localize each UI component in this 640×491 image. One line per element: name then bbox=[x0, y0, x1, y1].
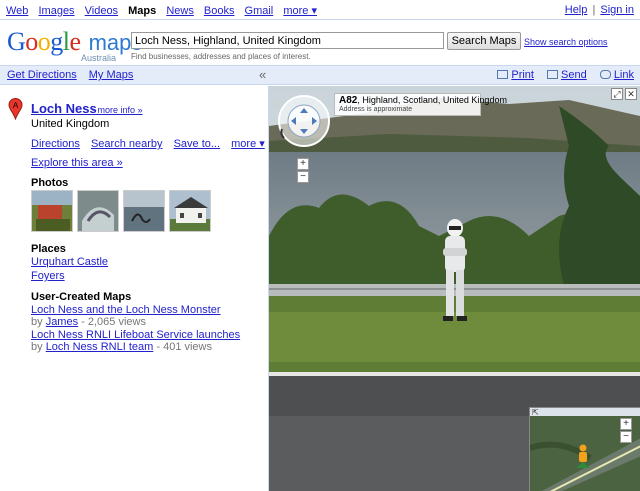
logo-letter-2: o bbox=[25, 27, 38, 56]
nav-images[interactable]: Images bbox=[38, 5, 74, 17]
search-input[interactable] bbox=[131, 32, 444, 49]
photo-thumbnail[interactable] bbox=[123, 190, 165, 232]
nav-news[interactable]: News bbox=[166, 5, 194, 17]
map-author-link[interactable]: Loch Ness RNLI team bbox=[46, 341, 154, 353]
collapse-panel-icon[interactable]: « bbox=[259, 67, 266, 82]
logo-letter-1: G bbox=[7, 27, 26, 56]
explore-area-link[interactable]: Explore this area » bbox=[31, 157, 123, 169]
close-icon[interactable]: ✕ bbox=[625, 88, 637, 100]
logo-letter-3: o bbox=[37, 27, 51, 56]
road-location: , Highland, Scotland, United Kingdom bbox=[357, 95, 507, 105]
logo-letter-4: g bbox=[50, 27, 63, 56]
envelope-icon bbox=[547, 70, 559, 79]
logo-letter-5: l bbox=[62, 27, 70, 56]
nav-videos[interactable]: Videos bbox=[85, 5, 118, 17]
place-country: United Kingdom bbox=[31, 118, 110, 130]
search-maps-button[interactable]: Search Maps bbox=[447, 32, 521, 50]
get-directions-link[interactable]: Get Directions bbox=[7, 69, 77, 81]
map-marker-icon[interactable]: A bbox=[8, 98, 23, 120]
nav-gmail[interactable]: Gmail bbox=[245, 5, 274, 17]
photo-thumbnail[interactable] bbox=[77, 190, 119, 232]
by-label: by bbox=[31, 316, 43, 328]
photo-monster-sculpture-image bbox=[78, 191, 118, 231]
my-maps-link[interactable]: My Maps bbox=[89, 69, 134, 81]
link-link[interactable]: Link bbox=[614, 69, 634, 81]
expand-icon[interactable]: ⤢ bbox=[611, 88, 623, 100]
street-view-address-box: A82, Highland, Scotland, United Kingdom … bbox=[334, 93, 507, 116]
zoom-in-button[interactable]: + bbox=[297, 158, 309, 170]
marker-letter: A bbox=[13, 101, 19, 110]
printer-icon bbox=[497, 70, 509, 79]
photos-heading: Photos bbox=[31, 177, 69, 189]
logo-region: Australia bbox=[81, 53, 117, 63]
nav-books[interactable]: Books bbox=[204, 5, 235, 17]
place-actions: Directions Search nearby Save to... more… bbox=[31, 137, 273, 150]
place-link-urquhart-castle[interactable]: Urquhart Castle bbox=[31, 256, 108, 268]
pegman-icon[interactable] bbox=[574, 444, 592, 470]
link-action[interactable]: Link bbox=[599, 69, 634, 81]
sign-in-link[interactable]: Sign in bbox=[600, 4, 634, 16]
send-link[interactable]: Send bbox=[561, 69, 587, 81]
photo-house-image bbox=[170, 191, 210, 231]
send-action[interactable]: Send bbox=[547, 69, 587, 81]
user-map-title-link[interactable]: Loch Ness and the Loch Ness Monster bbox=[31, 304, 221, 316]
places-heading: Places bbox=[31, 243, 66, 255]
header: Google maps Australia Search Maps Show s… bbox=[0, 20, 640, 65]
google-maps-logo[interactable]: Google maps Australia bbox=[7, 27, 142, 63]
by-label: by bbox=[31, 341, 43, 353]
photo-cottage-image bbox=[32, 191, 72, 231]
directions-link[interactable]: Directions bbox=[31, 138, 80, 150]
logo-google-text: Google bbox=[7, 27, 87, 56]
map-author-link[interactable]: James bbox=[46, 316, 78, 328]
photo-thumbnail[interactable] bbox=[169, 190, 211, 232]
user-map-meta: by Loch Ness RNLI team - 401 views bbox=[31, 341, 212, 353]
more-actions-link[interactable]: more ▾ bbox=[231, 138, 265, 150]
pan-navigation-control[interactable] bbox=[277, 94, 331, 148]
toolbar: Get Directions My Maps « Print Send Link bbox=[0, 65, 640, 85]
photo-thumbnail[interactable] bbox=[31, 190, 73, 232]
search-nearby-link[interactable]: Search nearby bbox=[91, 138, 163, 150]
print-action[interactable]: Print bbox=[497, 69, 534, 81]
minimap-collapse-icon[interactable]: ⇱ bbox=[532, 408, 539, 417]
minimap-zoom-in-button[interactable]: + bbox=[620, 418, 632, 430]
logo-letter-6: e bbox=[69, 27, 82, 56]
place-link-foyers[interactable]: Foyers bbox=[31, 270, 65, 282]
minimap-zoom-out-button[interactable]: − bbox=[620, 431, 632, 443]
chain-link-icon bbox=[599, 70, 611, 79]
more-info-link[interactable]: - more info » bbox=[92, 105, 143, 115]
street-view-pane[interactable]: + − A82, Highland, Scotland, United King… bbox=[269, 86, 640, 491]
map-views: - 401 views bbox=[156, 341, 212, 353]
place-title-link[interactable]: Loch Ness bbox=[31, 101, 97, 116]
street-view-window-controls: ⤢ ✕ bbox=[609, 88, 637, 100]
user-created-maps-heading: User-Created Maps bbox=[31, 291, 132, 303]
mini-map[interactable]: ⇱ + − bbox=[529, 407, 640, 491]
nav-web[interactable]: Web bbox=[6, 5, 28, 17]
nav-maps-current: Maps bbox=[128, 5, 157, 17]
zoom-out-button[interactable]: − bbox=[297, 171, 309, 183]
nav-more[interactable]: more ▾ bbox=[283, 5, 317, 17]
separator: | bbox=[592, 4, 596, 16]
photo-loch-monster-image bbox=[124, 191, 164, 231]
address-approximate-note: Address is approximate bbox=[339, 106, 413, 113]
search-hint: Find businesses, addresses and places of… bbox=[131, 52, 311, 61]
user-map-title-link[interactable]: Loch Ness RNLI Lifeboat Service launches bbox=[31, 329, 240, 341]
results-panel: A Loch Ness - more info » United Kingdom… bbox=[0, 86, 269, 491]
show-search-options-link[interactable]: Show search options bbox=[524, 37, 608, 47]
road-name: A82 bbox=[339, 95, 358, 106]
top-navigation: Web Images Videos Maps News Books Gmail … bbox=[0, 0, 640, 20]
save-to-link[interactable]: Save to... bbox=[174, 138, 220, 150]
help-link[interactable]: Help bbox=[565, 4, 588, 16]
user-map-meta: by James - 2,065 views bbox=[31, 316, 146, 328]
print-link[interactable]: Print bbox=[511, 69, 534, 81]
map-views: - 2,065 views bbox=[81, 316, 146, 328]
